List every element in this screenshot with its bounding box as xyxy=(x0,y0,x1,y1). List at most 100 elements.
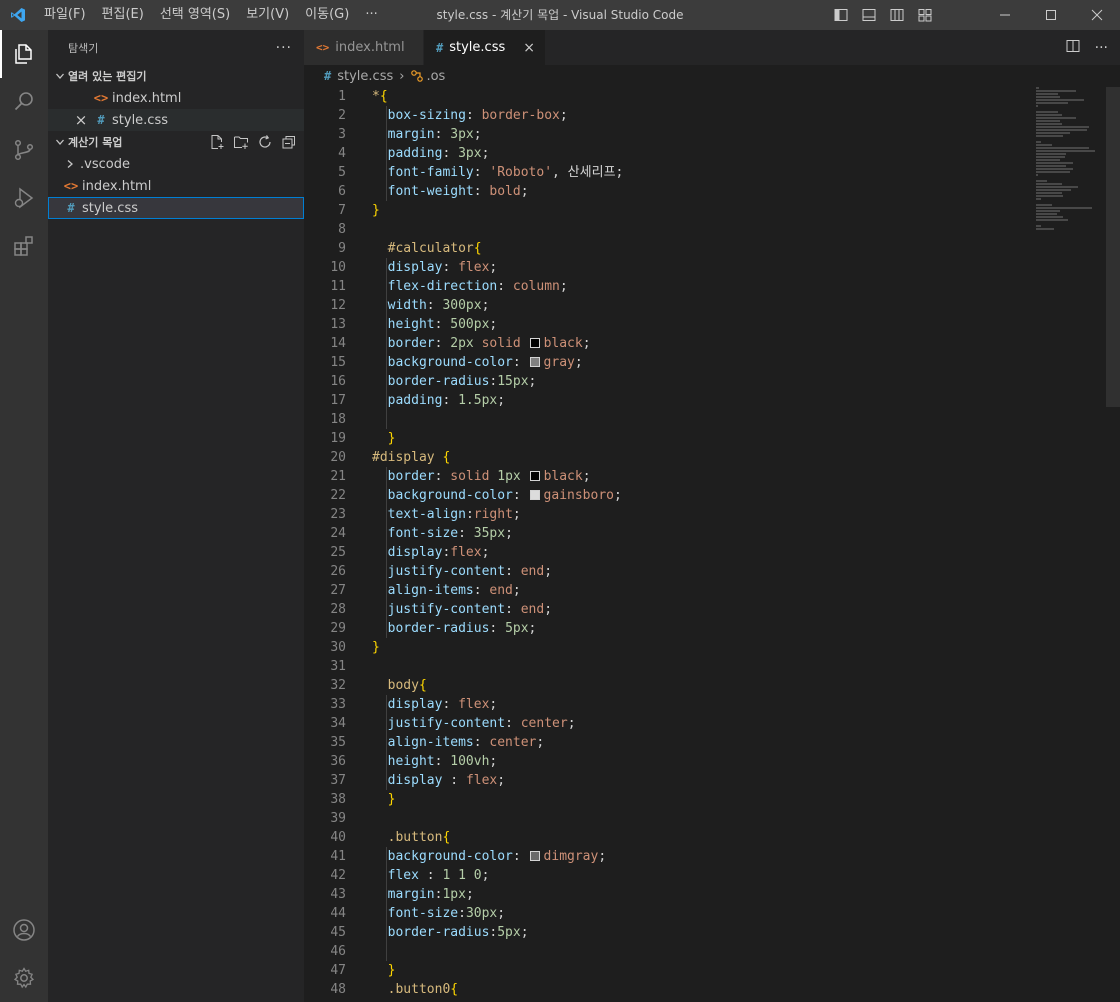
refresh-icon[interactable] xyxy=(256,133,274,151)
code-token: #display xyxy=(372,450,443,465)
close-window-icon[interactable] xyxy=(1074,0,1120,30)
menu-file[interactable]: 파일(F) xyxy=(36,0,94,30)
line-number: 18 xyxy=(330,412,346,427)
toggle-primary-sidebar-icon[interactable] xyxy=(830,4,852,26)
code-token: gray xyxy=(543,355,575,370)
code-line: 29 border-radius: 5px; xyxy=(304,619,1024,638)
color-swatch[interactable] xyxy=(529,357,540,367)
split-editor-icon[interactable] xyxy=(1065,38,1081,58)
scrollbar-slider[interactable] xyxy=(1106,87,1120,407)
menu-selection[interactable]: 선택 영역(S) xyxy=(152,0,238,30)
file-item[interactable]: <> index.html xyxy=(48,175,304,197)
color-swatch[interactable] xyxy=(529,338,540,348)
code-token: center xyxy=(520,716,568,731)
code-token: flex xyxy=(458,697,490,712)
tab-label: style.css xyxy=(449,40,506,55)
code-text: display: flex; xyxy=(372,258,498,277)
code-line: 20 #display { xyxy=(304,448,1024,467)
code-editor[interactable]: 1 *{2 box-sizing: border-box; 3 margin: 3p… xyxy=(304,87,1120,1002)
code-line: 22 background-color: gainsboro; xyxy=(304,486,1024,505)
toggle-panel-icon[interactable] xyxy=(858,4,880,26)
code-token: ; xyxy=(528,621,537,636)
run-debug-icon[interactable] xyxy=(0,174,48,222)
color-swatch[interactable] xyxy=(529,471,540,481)
file-item-selected[interactable]: # style.css xyxy=(48,197,304,219)
code-token: border-box xyxy=(481,108,560,123)
close-editor-icon[interactable]: × xyxy=(72,111,90,129)
code-line: 32 body{ xyxy=(304,676,1024,695)
menu-go[interactable]: 이동(G) xyxy=(297,0,357,30)
code-token: : xyxy=(512,849,529,864)
open-editor-item-active[interactable]: × # style.css xyxy=(48,109,304,131)
minimap-line xyxy=(1036,186,1078,188)
settings-gear-icon[interactable] xyxy=(0,954,48,1002)
maximize-icon[interactable] xyxy=(1028,0,1074,30)
code-line: 9 #calculator{ xyxy=(304,239,1024,258)
tab-style-css[interactable]: # style.css × xyxy=(424,30,546,65)
code-token: border-radius xyxy=(387,374,490,389)
explorer-icon[interactable] xyxy=(0,30,48,78)
code-line: 23 text-align:right; xyxy=(304,505,1024,524)
line-number: 46 xyxy=(330,944,346,959)
menu-more[interactable]: ··· xyxy=(357,0,385,30)
sidebar-more-actions[interactable]: ··· xyxy=(276,40,292,56)
customize-layout-icon[interactable] xyxy=(914,4,936,26)
open-editor-item[interactable]: <> index.html xyxy=(48,87,304,109)
activity-bar xyxy=(0,30,48,1002)
breadcrumb-symbol[interactable]: .os xyxy=(426,69,445,84)
code-token: dimgray xyxy=(543,849,599,864)
code-line: 3 margin: 3px; xyxy=(304,125,1024,144)
tab-index-html[interactable]: <> index.html xyxy=(304,30,424,65)
editor-more-actions[interactable]: ··· xyxy=(1095,40,1108,56)
toggle-secondary-sidebar-icon[interactable] xyxy=(886,4,908,26)
sidebar-title: 탐색기 xyxy=(68,41,99,55)
code-token: gainsboro xyxy=(543,488,614,503)
new-folder-icon[interactable] xyxy=(232,133,250,151)
collapse-all-icon[interactable] xyxy=(280,133,298,151)
code-token: 'Roboto' xyxy=(489,165,553,180)
code-line: 1 *{ xyxy=(304,87,1024,106)
line-number: 17 xyxy=(330,393,346,408)
code-line: 46 xyxy=(304,942,1024,961)
code-text: } xyxy=(372,790,396,809)
explorer-sidebar: 탐색기 ··· 열려 있는 편집기 <> index.html × # styl… xyxy=(48,30,304,1002)
code-token: ; xyxy=(614,488,622,503)
line-number: 15 xyxy=(330,355,346,370)
color-swatch[interactable] xyxy=(529,490,540,500)
project-section[interactable]: 계산기 목업 xyxy=(48,131,304,153)
menu-view[interactable]: 보기(V) xyxy=(238,0,297,30)
open-editors-section[interactable]: 열려 있는 편집기 xyxy=(48,65,304,87)
source-control-icon[interactable] xyxy=(0,126,48,174)
code-token: justify-content xyxy=(387,564,506,579)
folder-item[interactable]: .vscode xyxy=(48,153,304,175)
minimap[interactable] xyxy=(1036,87,1106,287)
line-number: 3 xyxy=(338,127,346,142)
new-file-icon[interactable] xyxy=(208,133,226,151)
code-text: border-radius:15px; xyxy=(372,372,537,391)
line-number: 7 xyxy=(338,203,346,218)
line-number: 24 xyxy=(330,526,346,541)
css-file-icon: # xyxy=(324,69,332,83)
breadcrumb-file[interactable]: style.css xyxy=(337,69,393,84)
code-token: align-items xyxy=(387,583,474,598)
minimize-icon[interactable] xyxy=(982,0,1028,30)
menu-edit[interactable]: 편집(E) xyxy=(94,0,152,30)
code-text: background-color: dimgray; xyxy=(372,847,607,866)
minimap-line xyxy=(1036,156,1065,158)
symbol-class-icon xyxy=(410,69,424,83)
search-icon[interactable] xyxy=(0,78,48,126)
extensions-icon[interactable] xyxy=(0,222,48,270)
minimap-line xyxy=(1036,210,1060,212)
color-swatch[interactable] xyxy=(529,851,540,861)
accounts-icon[interactable] xyxy=(0,906,48,954)
close-tab-icon[interactable]: × xyxy=(523,40,535,56)
code-token: font-family xyxy=(387,165,474,180)
code-token: ; xyxy=(465,887,474,902)
